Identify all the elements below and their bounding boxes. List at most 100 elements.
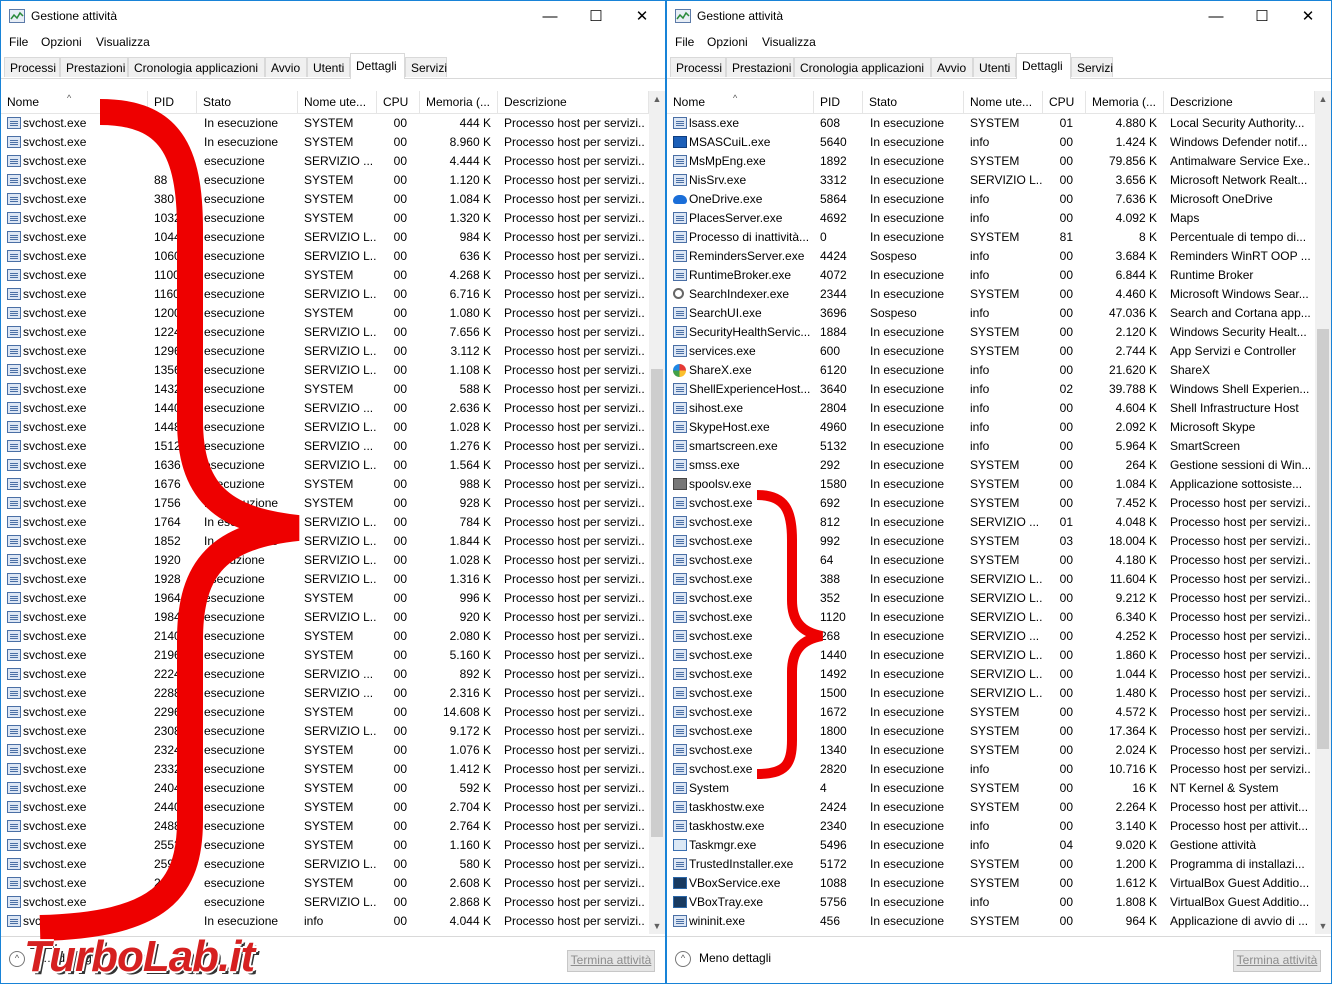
table-row[interactable]: svchost.exe 1984 esecuzione SERVIZIO L... 00…: [1, 608, 649, 627]
table-row[interactable]: RuntimeBroker.exe 4072 In esecuzione info 00…: [667, 266, 1315, 285]
table-row[interactable]: svchost.exe 1100 esecuzione SYSTEM 00 4.268 K…: [1, 266, 649, 285]
table-row[interactable]: Taskmgr.exe 5496 In esecuzione info 04 9.020 …: [667, 836, 1315, 855]
table-row[interactable]: smartscreen.exe 5132 In esecuzione info 00 5.…: [667, 437, 1315, 456]
table-row[interactable]: svchost.exe 2404 esecuzione SYSTEM 00 592 K Pr…: [1, 779, 649, 798]
table-row[interactable]: svchost.exe 1044 esecuzione SERVIZIO L... 00…: [1, 228, 649, 247]
column-header-nome[interactable]: Nome ^: [1, 91, 148, 113]
table-row[interactable]: svchost.exe 88 esecuzione SYSTEM 00 1.120 K Pr…: [1, 171, 649, 190]
table-row[interactable]: VBoxTray.exe 5756 In esecuzione info 00 1.808…: [667, 893, 1315, 912]
table-row[interactable]: svchost.exe 388 In esecuzione SERVIZIO L...…: [667, 570, 1315, 589]
table-row[interactable]: SecurityHealthServic... 1884 In esecuzione…: [667, 323, 1315, 342]
table-row[interactable]: svchost.exe 1200 esecuzione SYSTEM 00 1.080 K…: [1, 304, 649, 323]
menu-file[interactable]: File: [9, 35, 28, 49]
table-row[interactable]: svchost.exe 259 esecuzione SERVIZIO L... 00 5…: [1, 855, 649, 874]
minimize-button[interactable]: —: [1193, 1, 1239, 32]
column-header-cpu[interactable]: CPU: [1043, 91, 1086, 113]
table-row[interactable]: svchost.exe 29 esecuzione SYSTEM 00 2.608 K Pr…: [1, 874, 649, 893]
table-row[interactable]: svchost.exe 2324 esecuzione SYSTEM 00 1.076 K…: [1, 741, 649, 760]
table-row[interactable]: Processo di inattività... 0 In esecuzione S…: [667, 228, 1315, 247]
table-row[interactable]: svchost.exe 1224 esecuzione SERVIZIO L... 00…: [1, 323, 649, 342]
menu-file[interactable]: File: [675, 35, 694, 49]
table-row[interactable]: svchost.exe 1920 esecuzione SERVIZIO L... 00…: [1, 551, 649, 570]
tab-utenti[interactable]: Utenti: [307, 57, 350, 77]
tab-prestazioni[interactable]: Prestazioni: [60, 57, 128, 77]
scroll-down-arrow-icon[interactable]: ▼: [1315, 918, 1331, 934]
title-bar[interactable]: Gestione attività — ☐ ✕: [667, 1, 1331, 32]
table-row[interactable]: SearchUI.exe 3696 Sospeso info 00 47.036 K Sea…: [667, 304, 1315, 323]
table-row[interactable]: svchost.exe 1440 esecuzione SERVIZIO ... 00 2…: [1, 399, 649, 418]
scroll-down-arrow-icon[interactable]: ▼: [649, 918, 665, 934]
table-row[interactable]: svchost.exe 2440 esecuzione SYSTEM 00 2.704 K…: [1, 798, 649, 817]
table-row[interactable]: PlacesServer.exe 4692 In esecuzione info 00 4…: [667, 209, 1315, 228]
table-row[interactable]: svchost.exe 352 In esecuzione SERVIZIO L...…: [667, 589, 1315, 608]
column-header-descrizione[interactable]: Descrizione: [1164, 91, 1315, 113]
table-row[interactable]: smss.exe 292 In esecuzione SYSTEM 00 264 K Ges…: [667, 456, 1315, 475]
table-row[interactable]: svchost.exe 1340 In esecuzione SYSTEM 00 2.02…: [667, 741, 1315, 760]
close-button[interactable]: ✕: [1285, 1, 1331, 32]
table-row[interactable]: svchost.exe 2332 esecuzione SYSTEM 00 1.412 K…: [1, 760, 649, 779]
table-row[interactable]: wininit.exe 456 In esecuzione SYSTEM 00 964 K…: [667, 912, 1315, 931]
table-row[interactable]: services.exe 600 In esecuzione SYSTEM 00 2.74…: [667, 342, 1315, 361]
column-header-nome-utente[interactable]: Nome ute...: [964, 91, 1043, 113]
scrollbar-thumb[interactable]: [651, 369, 663, 837]
table-row[interactable]: svchost.exe 1636 esecuzione SERVIZIO L... 00…: [1, 456, 649, 475]
table-row[interactable]: taskhostw.exe 2424 In esecuzione SYSTEM 00 2.…: [667, 798, 1315, 817]
table-row[interactable]: svchost.exe 380 esecuzione SYSTEM 00 1.084 K P…: [1, 190, 649, 209]
table-row[interactable]: MSASCuiL.exe 5640 In esecuzione info 00 1.424…: [667, 133, 1315, 152]
tab-prestazioni[interactable]: Prestazioni: [726, 57, 794, 77]
maximize-button[interactable]: ☐: [1239, 1, 1285, 32]
table-row[interactable]: lsass.exe 608 In esecuzione SYSTEM 01 4.880 K…: [667, 114, 1315, 133]
table-row[interactable]: svchost.exe 2820 In esecuzione info 00 10.716…: [667, 760, 1315, 779]
table-row[interactable]: svchost.exe 2224 esecuzione SERVIZIO ... 00 8…: [1, 665, 649, 684]
minimize-button[interactable]: —: [527, 1, 573, 32]
table-row[interactable]: svchost.exe 2296 esecuzione SYSTEM 00 14.608 …: [1, 703, 649, 722]
table-row[interactable]: svchost.exe 2196 esecuzione SYSTEM 00 5.160 K…: [1, 646, 649, 665]
table-row[interactable]: svchost.exe 812 In esecuzione SERVIZIO ... 0…: [667, 513, 1315, 532]
table-row[interactable]: svchost.exe esecuzione SERVIZIO ... 00 4.444…: [1, 152, 649, 171]
table-row[interactable]: System 4 In esecuzione SYSTEM 00 16 K NT Kerne…: [667, 779, 1315, 798]
table-row[interactable]: svchost.exe In esecuzione SYSTEM 00 444 K Pro…: [1, 114, 649, 133]
column-header-cpu[interactable]: CPU: [377, 91, 420, 113]
table-row[interactable]: svchost.exe 1448 esecuzione SERVIZIO L... 00…: [1, 418, 649, 437]
column-header-pid[interactable]: PID: [814, 91, 863, 113]
tab-avvio[interactable]: Avvio: [931, 57, 973, 77]
tab-servizi[interactable]: Servizi: [405, 57, 447, 77]
table-row[interactable]: svchost.exe 1440 In esecuzione SERVIZIO L..…: [667, 646, 1315, 665]
tab-processi[interactable]: Processi: [670, 57, 726, 77]
table-row[interactable]: svchost.exe 1672 In esecuzione SYSTEM 00 4.57…: [667, 703, 1315, 722]
vertical-scrollbar[interactable]: ▲ ▼: [649, 91, 665, 934]
table-row[interactable]: SearchIndexer.exe 2344 In esecuzione SYSTEM…: [667, 285, 1315, 304]
close-button[interactable]: ✕: [619, 1, 665, 32]
table-row[interactable]: svchost.exe 1756 In esecuzione SYSTEM 00 928 …: [1, 494, 649, 513]
table-row[interactable]: svchost.exe 1928 esecuzione SERVIZIO L... 00…: [1, 570, 649, 589]
table-row[interactable]: ShellExperienceHost.... 3640 In esecuzione…: [667, 380, 1315, 399]
table-row[interactable]: svchost.exe esecuzione SERVIZIO L... 00 2.86…: [1, 893, 649, 912]
tab-cronologia[interactable]: Cronologia applicazioni: [794, 57, 931, 77]
table-row[interactable]: svchost.exe 2488 esecuzione SYSTEM 00 2.764 K…: [1, 817, 649, 836]
table-row[interactable]: svchost.exe 1160 esecuzione SERVIZIO L... 00…: [1, 285, 649, 304]
table-row[interactable]: ShareX.exe 6120 In esecuzione info 00 21.620 …: [667, 361, 1315, 380]
table-row[interactable]: svchost.exe 2308 esecuzione SERVIZIO L... 00…: [1, 722, 649, 741]
table-row[interactable]: svchost.exe 1512 esecuzione SERVIZIO ... 00 1…: [1, 437, 649, 456]
table-row[interactable]: svchost.exe 2140 esecuzione SYSTEM 00 2.080 K…: [1, 627, 649, 646]
table-row[interactable]: svchost.exe 1500 In esecuzione SERVIZIO L..…: [667, 684, 1315, 703]
table-row[interactable]: svchost.exe 1676 esecuzione SYSTEM 00 988 K Pr…: [1, 475, 649, 494]
table-row[interactable]: spoolsv.exe 1580 In esecuzione SYSTEM 00 1.08…: [667, 475, 1315, 494]
less-details-button[interactable]: ^ Meno dettagli: [675, 951, 771, 967]
scroll-up-arrow-icon[interactable]: ▲: [1315, 91, 1331, 107]
table-row[interactable]: svchost.exe 2552 esecuzione SYSTEM 00 1.160 K…: [1, 836, 649, 855]
table-row[interactable]: svchost.exe 1492 In esecuzione SERVIZIO L..…: [667, 665, 1315, 684]
column-header-stato[interactable]: Stato: [863, 91, 964, 113]
table-row[interactable]: OneDrive.exe 5864 In esecuzione info 00 7.636…: [667, 190, 1315, 209]
table-row[interactable]: svchost.exe 1356 esecuzione SERVIZIO L... 00…: [1, 361, 649, 380]
maximize-button[interactable]: ☐: [573, 1, 619, 32]
table-row[interactable]: svchost.exe 1800 In esecuzione SYSTEM 00 17.3…: [667, 722, 1315, 741]
table-row[interactable]: svchost.exe In esecuzione SYSTEM 00 8.960 K P…: [1, 133, 649, 152]
table-row[interactable]: VBoxService.exe 1088 In esecuzione SYSTEM 00…: [667, 874, 1315, 893]
table-row[interactable]: RemindersServer.exe 4424 Sospeso info 00 3.68…: [667, 247, 1315, 266]
table-row[interactable]: svchost.exe 1120 In esecuzione SERVIZIO L..…: [667, 608, 1315, 627]
scrollbar-thumb[interactable]: [1317, 329, 1329, 749]
table-row[interactable]: svchost.exe 2288 esecuzione SERVIZIO ... 00 2…: [1, 684, 649, 703]
table-row[interactable]: svchost.exe 1852 In esecuzione SERVIZIO L..…: [1, 532, 649, 551]
end-task-button[interactable]: Termina attività: [567, 950, 655, 972]
